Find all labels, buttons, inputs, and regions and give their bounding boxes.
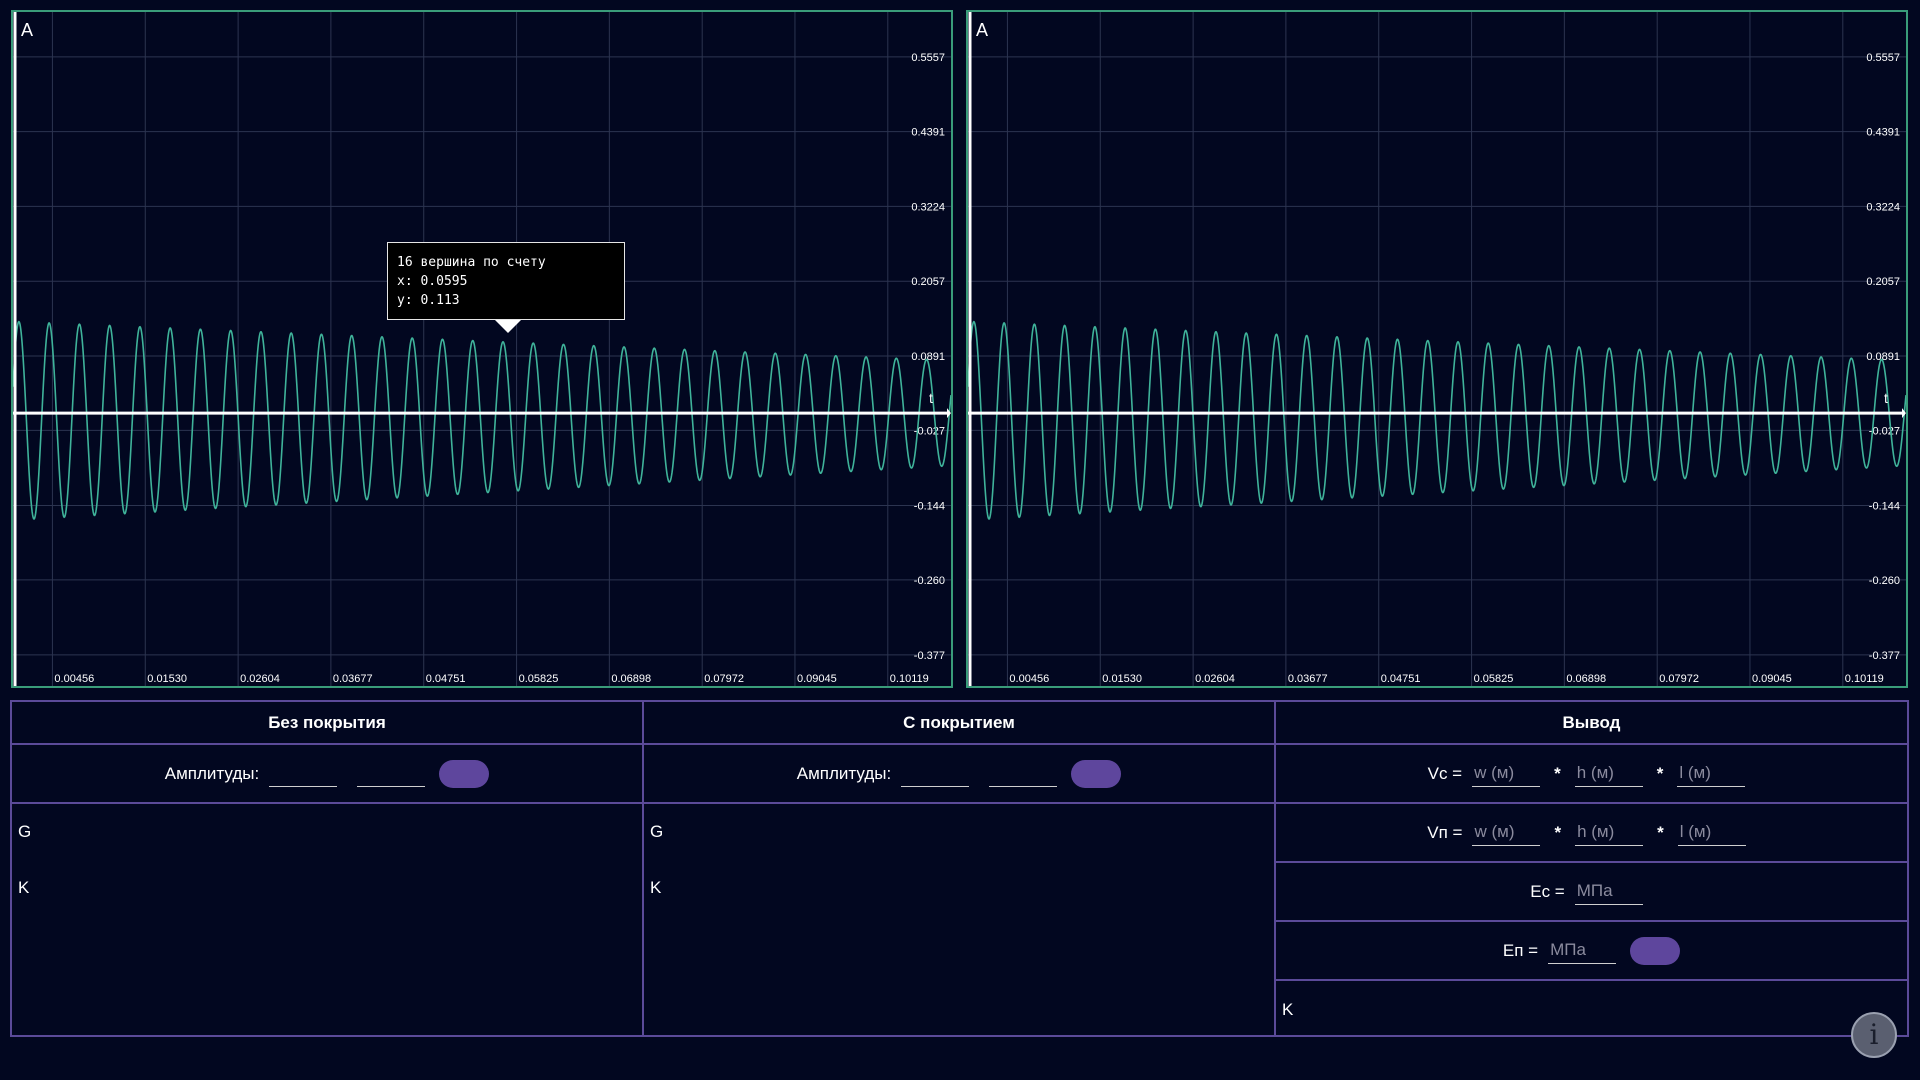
g-value-label: G (650, 822, 664, 841)
column-title: Вывод (1276, 702, 1907, 745)
y-tick-label: -0.260 (914, 575, 945, 587)
ep-label: Eп = (1502, 940, 1539, 960)
x-tick-label: 0.07972 (704, 673, 744, 685)
x-tick-label: 0.05825 (1474, 673, 1514, 685)
y-tick-label: 0.4391 (911, 127, 945, 139)
x-tick-label: 0.09045 (797, 673, 837, 685)
vc-length-input[interactable] (1677, 760, 1746, 787)
y-axis-label: A (21, 20, 33, 40)
y-tick-label: 0.2057 (1866, 276, 1900, 288)
x-tick-label: 0.10119 (890, 673, 929, 685)
tooltip-line-3: y: 0.113 (397, 293, 460, 308)
compute-button[interactable] (1071, 759, 1122, 788)
y-tick-label: -0.377 (1869, 650, 1900, 662)
x-axis-label: t (929, 390, 933, 406)
x-tick-label: 0.09045 (1752, 673, 1792, 685)
ec-row: Ec = (1276, 863, 1907, 922)
ec-input[interactable] (1574, 878, 1643, 905)
y-tick-label: -0.260 (1869, 575, 1900, 587)
vp-length-input[interactable] (1677, 819, 1746, 846)
multiply-sign: * (1554, 763, 1561, 783)
amplitude-input-2[interactable] (989, 760, 1058, 787)
x-tick-label: 0.03677 (1288, 673, 1328, 685)
info-icon[interactable]: i (1851, 1012, 1897, 1058)
x-tick-label: 0.07972 (1659, 673, 1699, 685)
y-tick-label: -0.144 (1869, 500, 1900, 512)
x-tick-label: 0.01530 (1102, 673, 1142, 685)
x-axis-label: t (1884, 390, 1888, 406)
y-tick-label: 0.3224 (911, 201, 945, 213)
chart-left-canvas[interactable]: 0.00456 0.01530 0.02604 0.03677 0.04751 0.058… (13, 12, 951, 686)
y-tick-label: 0.5557 (911, 52, 945, 64)
y-tick-label: 0.5557 (1866, 52, 1900, 64)
results-panel: Без покрытия Амплитуды: G K С покрытием … (10, 700, 1909, 1037)
vc-row: Vc = * * (1276, 745, 1907, 804)
y-tick-label: 0.2057 (911, 276, 945, 288)
vp-width-input[interactable] (1472, 819, 1541, 846)
tooltip-arrow (495, 320, 521, 333)
y-tick-label: -0.144 (914, 500, 945, 512)
tooltip-line-1: 16 вершина по счету (397, 255, 546, 270)
column-title: Без покрытия (12, 702, 642, 745)
amplitude-input-1[interactable] (269, 760, 338, 787)
calculate-output-button[interactable] (1630, 936, 1681, 965)
chart-right[interactable]: 0.00456 0.01530 0.02604 0.03677 0.04751 0.058… (966, 10, 1908, 688)
multiply-sign: * (1554, 822, 1562, 842)
amplitudes-row: Амплитуды: (644, 745, 1274, 804)
x-tick-label: 0.06898 (1566, 673, 1606, 685)
y-tick-label: 0.4391 (1866, 127, 1900, 139)
column-title: С покрытием (644, 702, 1274, 745)
x-tick-label: 0.04751 (426, 673, 466, 685)
column-without-coating: Без покрытия Амплитуды: G K (10, 700, 644, 1037)
ec-label: Ec = (1530, 881, 1565, 901)
peak-tooltip: 16 вершина по счету x: 0.0595 y: 0.113 (387, 242, 625, 333)
signal-line (968, 320, 1906, 520)
vc-label: Vc = (1427, 763, 1463, 783)
y-axis-label: A (976, 20, 988, 40)
ep-row: Eп = (1276, 922, 1907, 981)
k-value-label: K (650, 878, 662, 897)
vc-width-input[interactable] (1472, 760, 1541, 787)
vc-height-input[interactable] (1574, 760, 1643, 787)
amplitude-input-2[interactable] (357, 760, 426, 787)
k-value-label: K (18, 878, 30, 897)
vp-height-input[interactable] (1575, 819, 1644, 846)
signal-line (13, 320, 951, 520)
ep-input[interactable] (1548, 937, 1617, 964)
x-tick-label: 0.01530 (147, 673, 187, 685)
g-value-label: G (18, 822, 32, 841)
k-result-label: K (1282, 1000, 1294, 1019)
column-with-coating: С покрытием Амплитуды: G K (642, 700, 1276, 1037)
x-tick-label: 0.05825 (519, 673, 559, 685)
amplitudes-row: Амплитуды: (12, 745, 642, 804)
x-tick-label: 0.06898 (611, 673, 651, 685)
x-tick-label: 0.10119 (1845, 673, 1884, 685)
tooltip-line-2: x: 0.0595 (397, 274, 468, 289)
compute-button[interactable] (439, 759, 490, 788)
x-tick-label: 0.02604 (1195, 673, 1235, 685)
multiply-sign: * (1656, 763, 1664, 783)
x-tick-label: 0.03677 (333, 673, 373, 685)
amplitudes-label: Амплитуды: (164, 763, 260, 783)
vp-label: Vп = (1427, 822, 1463, 842)
chart-left[interactable]: 0.00456 0.01530 0.02604 0.03677 0.04751 0.058… (11, 10, 953, 688)
column-output: Вывод Vc = * * Vп = * * Ec = Eп = K (1274, 700, 1909, 1037)
vp-row: Vп = * * (1276, 804, 1907, 863)
x-tick-label: 0.04751 (1381, 673, 1421, 685)
y-tick-label: -0.377 (914, 650, 945, 662)
chart-right-canvas[interactable]: 0.00456 0.01530 0.02604 0.03677 0.04751 0.058… (968, 12, 1906, 686)
x-tick-label: 0.00456 (1009, 673, 1049, 685)
multiply-sign: * (1657, 822, 1664, 842)
y-tick-label: 0.3224 (1866, 201, 1900, 213)
x-tick-label: 0.00456 (54, 673, 94, 685)
amplitude-input-1[interactable] (901, 760, 970, 787)
amplitudes-label: Амплитуды: (796, 763, 892, 783)
x-tick-label: 0.02604 (240, 673, 280, 685)
